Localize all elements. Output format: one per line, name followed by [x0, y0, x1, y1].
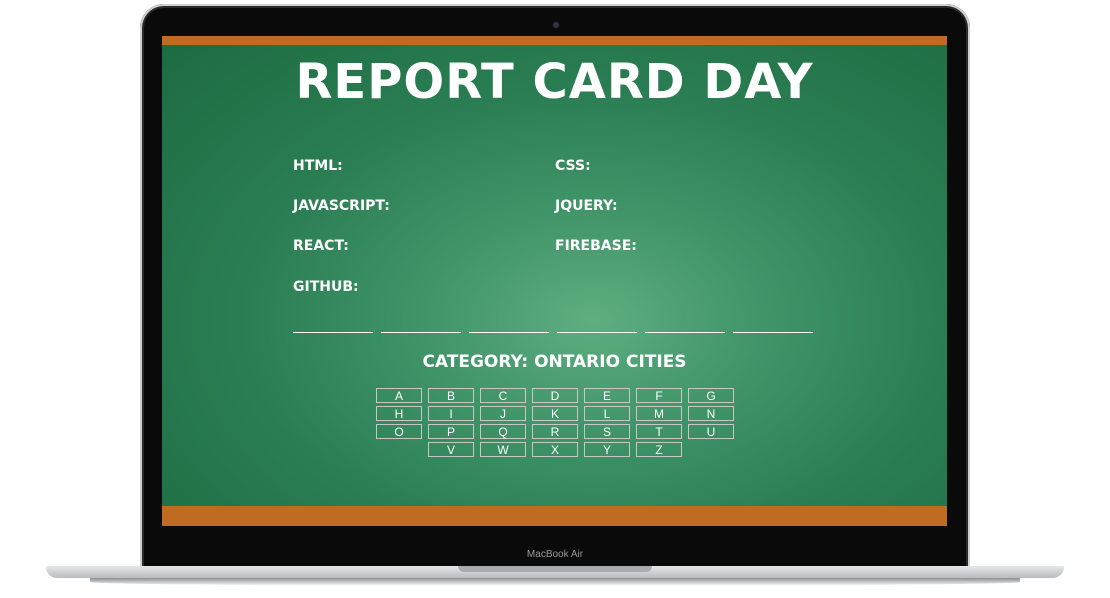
word-blank	[733, 332, 813, 333]
letter-key-b[interactable]: B	[428, 388, 474, 403]
skill-css-label: CSS:	[555, 158, 591, 174]
letter-key-o[interactable]: O	[376, 424, 422, 439]
word-blank	[557, 332, 637, 333]
word-blank	[381, 332, 461, 333]
skill-html-label: HTML:	[293, 158, 343, 174]
category-label: CATEGORY: ONTARIO CITIES	[422, 352, 687, 372]
letter-key-d[interactable]: D	[532, 388, 578, 403]
laptop-notch	[458, 566, 652, 572]
word-blank	[293, 332, 373, 333]
letter-key-w[interactable]: W	[480, 442, 526, 457]
page-title: REPORT CARD DAY	[295, 54, 814, 110]
letter-key-y[interactable]: Y	[584, 442, 630, 457]
word-blank	[645, 332, 725, 333]
letter-key-p[interactable]: P	[428, 424, 474, 439]
laptop-shadow	[90, 578, 1020, 586]
skill-react-label: REACT:	[293, 238, 349, 254]
letter-key-q[interactable]: Q	[480, 424, 526, 439]
letter-key-i[interactable]: I	[428, 406, 474, 421]
wood-trim-bottom	[162, 506, 947, 526]
letter-key-s[interactable]: S	[584, 424, 630, 439]
skill-javascript-label: JAVASCRIPT:	[293, 198, 390, 214]
wood-trim-top	[162, 36, 947, 45]
letter-key-j[interactable]: J	[480, 406, 526, 421]
device-brand-label: MacBook Air	[526, 549, 584, 560]
letter-key-u[interactable]: U	[688, 424, 734, 439]
skill-jquery-label: JQUERY:	[555, 198, 618, 214]
word-blank	[469, 332, 549, 333]
letter-key-r[interactable]: R	[532, 424, 578, 439]
letter-key-a[interactable]: A	[376, 388, 422, 403]
skill-github-label: GITHUB:	[293, 279, 359, 295]
letter-key-m[interactable]: M	[636, 406, 682, 421]
letter-key-z[interactable]: Z	[636, 442, 682, 457]
letter-key-l[interactable]: L	[584, 406, 630, 421]
letter-key-g[interactable]: G	[688, 388, 734, 403]
skill-firebase-label: FIREBASE:	[555, 238, 637, 254]
letter-key-e[interactable]: E	[584, 388, 630, 403]
letter-key-h[interactable]: H	[376, 406, 422, 421]
letter-key-c[interactable]: C	[480, 388, 526, 403]
letter-key-t[interactable]: T	[636, 424, 682, 439]
letter-key-v[interactable]: V	[428, 442, 474, 457]
camera-icon	[552, 21, 560, 29]
letter-key-f[interactable]: F	[636, 388, 682, 403]
letter-key-x[interactable]: X	[532, 442, 578, 457]
screen: REPORT CARD DAY HTML: CSS: JAVASCRIPT: J…	[162, 36, 947, 526]
letter-key-n[interactable]: N	[688, 406, 734, 421]
letter-key-k[interactable]: K	[532, 406, 578, 421]
